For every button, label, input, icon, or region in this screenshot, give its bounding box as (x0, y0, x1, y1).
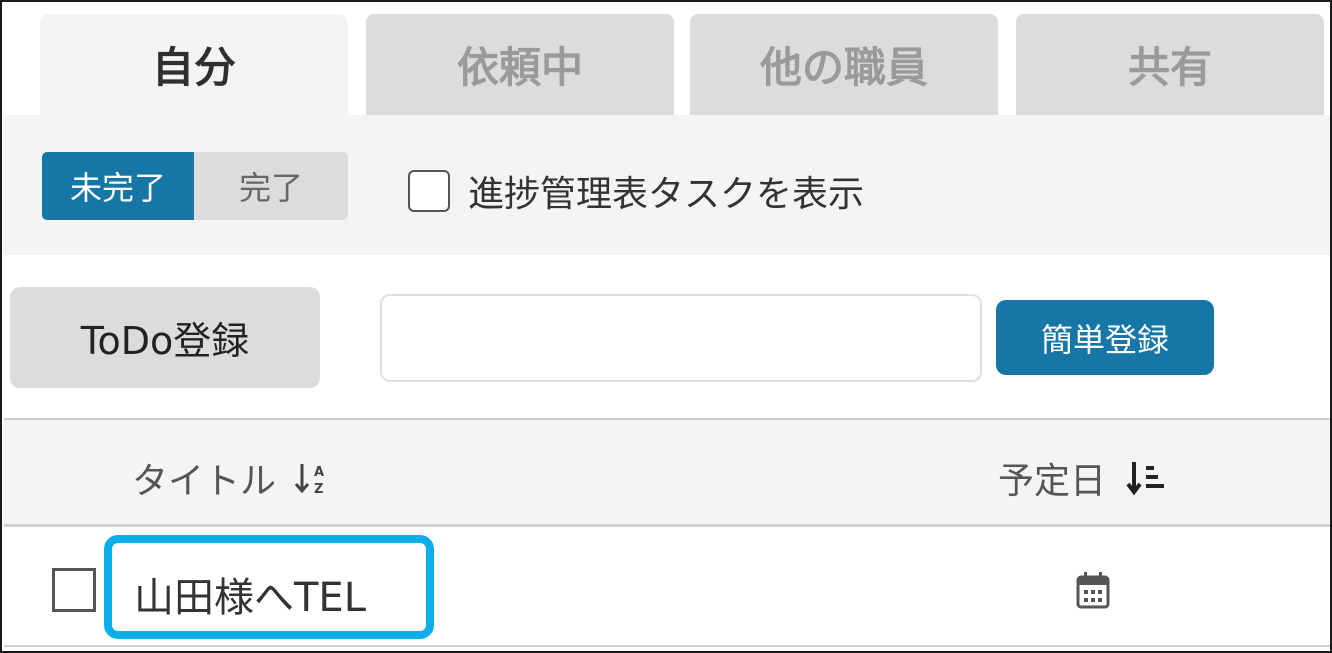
svg-text:Z: Z (314, 482, 323, 497)
show-progress-tasks-label: 進捗管理表タスクを表示 (468, 174, 865, 215)
tab-requested[interactable]: 依頼中 (366, 14, 674, 115)
incomplete-toggle[interactable]: 未完了 (42, 152, 194, 220)
todo-panel: 自分 依頼中 他の職員 共有 未完了 完了 進捗管理表タスクを表示 ToDo登録… (0, 0, 1332, 653)
table-header: タイトル A Z 予定日 (4, 420, 1330, 524)
todo-register-button[interactable]: ToDo登録 (10, 287, 320, 388)
tab-other-staff[interactable]: 他の職員 (690, 14, 998, 115)
quick-register-input[interactable] (380, 294, 982, 382)
status-segmented-control: 未完了 完了 (42, 152, 348, 220)
title-column-header[interactable]: タイトル A Z (132, 452, 332, 504)
show-progress-tasks-checkbox[interactable] (408, 170, 450, 212)
sort-alpha-down-icon[interactable]: A Z (294, 458, 332, 498)
tab-self[interactable]: 自分 (40, 14, 348, 115)
task-complete-checkbox[interactable] (52, 568, 96, 612)
tab-bar: 自分 依頼中 他の職員 共有 (40, 14, 1330, 115)
divider (4, 645, 1330, 647)
title-column-label: タイトル (132, 461, 277, 502)
task-title-link[interactable]: 山田様へTEL (134, 565, 366, 623)
show-progress-tasks-toggle[interactable]: 進捗管理表タスクを表示 (408, 165, 864, 217)
table-row: 山田様へTEL (4, 527, 1330, 645)
svg-text:A: A (314, 465, 324, 480)
tab-shared[interactable]: 共有 (1016, 14, 1324, 115)
calendar-icon[interactable] (1076, 571, 1110, 609)
due-date-column-header[interactable]: 予定日 (998, 452, 1166, 504)
sort-amount-down-icon[interactable] (1126, 458, 1166, 498)
filter-bar: 未完了 完了 進捗管理表タスクを表示 (4, 115, 1330, 255)
complete-toggle[interactable]: 完了 (194, 152, 348, 220)
due-date-column-label: 予定日 (998, 461, 1107, 502)
quick-register-button[interactable]: 簡単登録 (996, 300, 1214, 375)
